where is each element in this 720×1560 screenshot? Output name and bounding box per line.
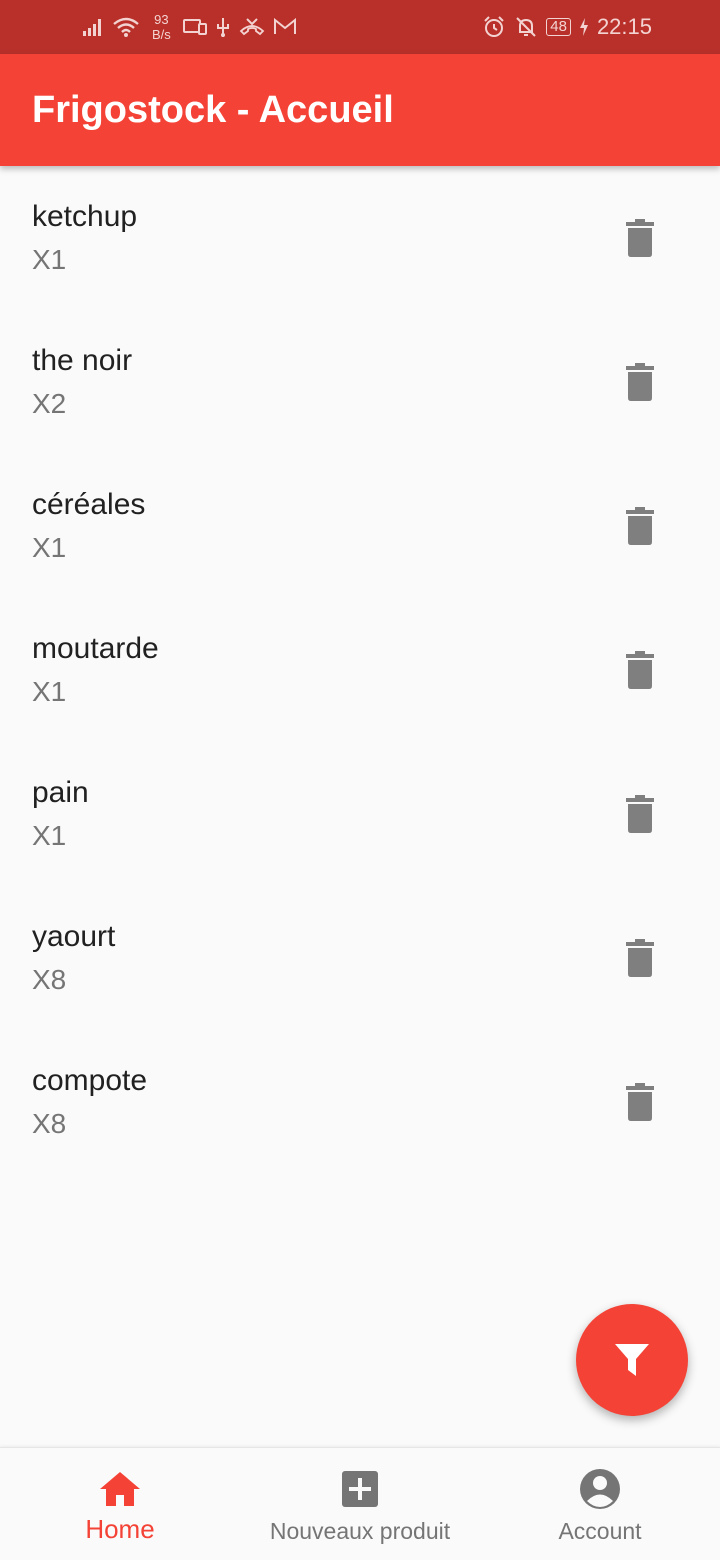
list-item[interactable]: compote X8	[0, 1030, 720, 1174]
trash-icon	[626, 939, 654, 977]
trash-icon	[626, 651, 654, 689]
cast-icon	[182, 18, 207, 36]
list-item[interactable]: yaourt X8	[0, 886, 720, 1030]
delete-button[interactable]	[620, 216, 660, 260]
product-name: compote	[32, 1064, 148, 1097]
app-bar: Frigostock - Accueil	[0, 54, 720, 166]
battery-level: 48	[550, 18, 567, 35]
product-name: yaourt	[32, 920, 116, 953]
status-bar-right: 48 22:15	[482, 0, 652, 54]
status-time: 22:15	[596, 14, 652, 39]
nav-item-nouveaux-produit[interactable]: Nouveaux produit	[240, 1448, 480, 1560]
screen: 93 B/s 48 22:15 Frigostock - Accueil ket…	[0, 0, 720, 1560]
home-icon	[0, 1468, 240, 1510]
product-name: ketchup	[32, 200, 138, 233]
product-quantity: X1	[32, 532, 67, 563]
network-speed-value: 93	[154, 12, 169, 27]
list-item[interactable]: moutarde X1	[0, 598, 720, 742]
product-name: moutarde	[32, 632, 159, 665]
product-name: céréales	[32, 488, 146, 521]
delete-button[interactable]	[620, 648, 660, 692]
product-quantity: X1	[32, 244, 67, 275]
list-item[interactable]: céréales X1	[0, 454, 720, 598]
network-speed-unit: B/s	[152, 27, 171, 42]
list-item[interactable]: ketchup X1	[0, 166, 720, 310]
trash-icon	[626, 363, 654, 401]
product-quantity: X1	[32, 676, 67, 707]
status-bar-left: 93 B/s	[82, 0, 297, 54]
filter-icon	[615, 1344, 649, 1376]
network-speed: 93 B/s	[152, 12, 171, 42]
product-quantity: X8	[32, 964, 67, 995]
delete-button[interactable]	[620, 504, 660, 548]
nav-label-account: Account	[558, 1518, 642, 1544]
product-quantity: X2	[32, 388, 67, 419]
notifications-off-icon	[514, 15, 538, 39]
product-name: the noir	[32, 344, 133, 377]
bottom-navigation: Home Nouveaux produit Account	[0, 1447, 720, 1560]
trash-icon	[626, 219, 654, 257]
delete-button[interactable]	[620, 936, 660, 980]
product-name: pain	[32, 776, 89, 809]
product-quantity: X1	[32, 820, 67, 851]
battery-icon: 48	[546, 18, 571, 36]
nav-label-home: Home	[85, 1514, 155, 1544]
list-item[interactable]: the noir X2	[0, 310, 720, 454]
usb-icon	[215, 16, 231, 38]
alarm-icon	[482, 15, 506, 39]
product-quantity: X8	[32, 1108, 67, 1139]
delete-button[interactable]	[620, 1080, 660, 1124]
charging-icon	[579, 17, 589, 37]
gmail-icon	[273, 18, 297, 36]
delete-button[interactable]	[620, 792, 660, 836]
missed-call-icon	[239, 17, 265, 37]
trash-icon	[626, 1083, 654, 1121]
list-item[interactable]: pain X1	[0, 742, 720, 886]
trash-icon	[626, 795, 654, 833]
nav-item-home[interactable]: Home	[0, 1448, 240, 1560]
account-circle-icon	[480, 1468, 720, 1510]
trash-icon	[626, 507, 654, 545]
product-list: ketchup X1 the noir X2 céréales X1 mouta…	[0, 166, 720, 1174]
nav-item-account[interactable]: Account	[480, 1448, 720, 1560]
filter-button[interactable]	[576, 1304, 688, 1416]
delete-button[interactable]	[620, 360, 660, 404]
status-bar: 93 B/s 48 22:15	[0, 0, 720, 54]
signal-icon	[82, 17, 104, 37]
wifi-icon	[112, 16, 140, 38]
nav-label-nouveaux-produit: Nouveaux produit	[269, 1518, 451, 1544]
add-box-icon	[240, 1468, 480, 1510]
page-title: Frigostock - Accueil	[32, 88, 394, 131]
